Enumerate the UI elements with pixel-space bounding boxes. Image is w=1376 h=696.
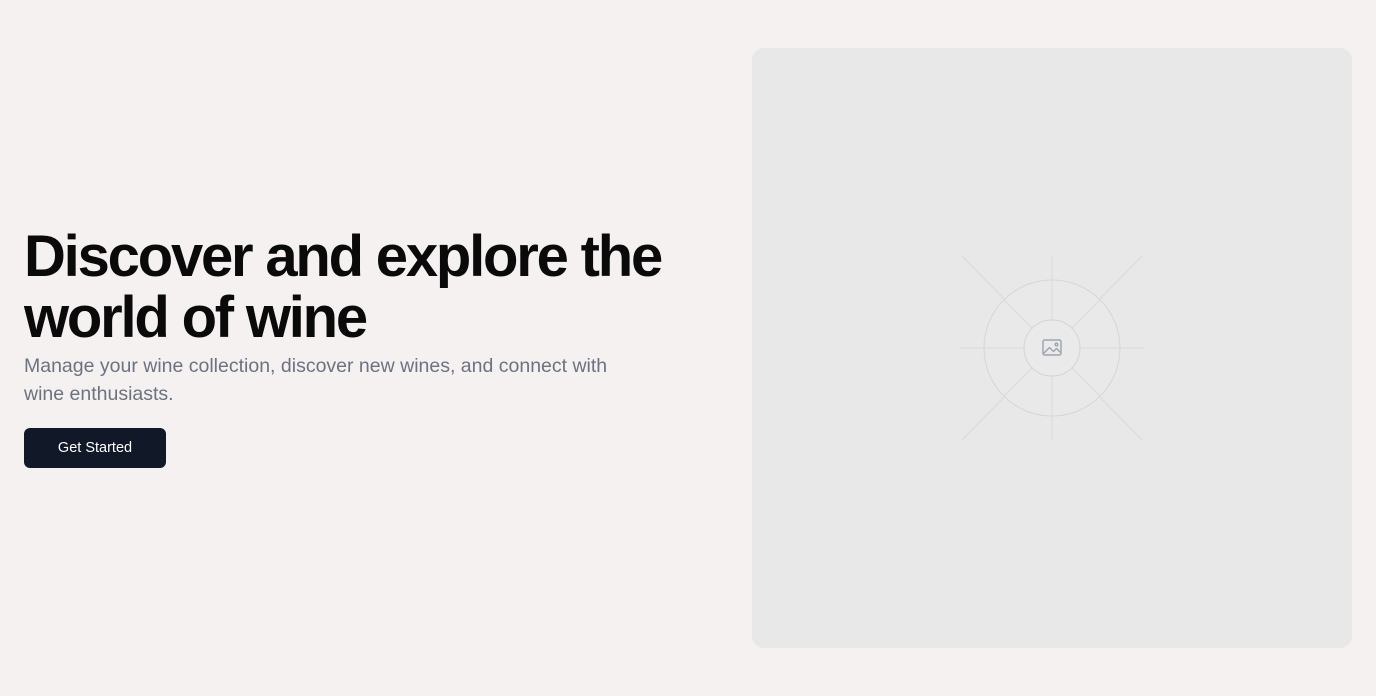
placeholder-graphic	[960, 255, 1144, 441]
hero-text: Discover and explore the world of wine M…	[24, 226, 704, 408]
hero-image-placeholder	[752, 48, 1352, 648]
hero-title: Discover and explore the world of wine	[24, 224, 663, 350]
hero-subtitle: Manage your wine collection, discover ne…	[24, 355, 608, 405]
placeholder-inner-circle	[1023, 319, 1081, 377]
get-started-button[interactable]: Get Started	[24, 428, 166, 468]
hero-section: Discover and explore the world of wine M…	[0, 0, 1376, 696]
